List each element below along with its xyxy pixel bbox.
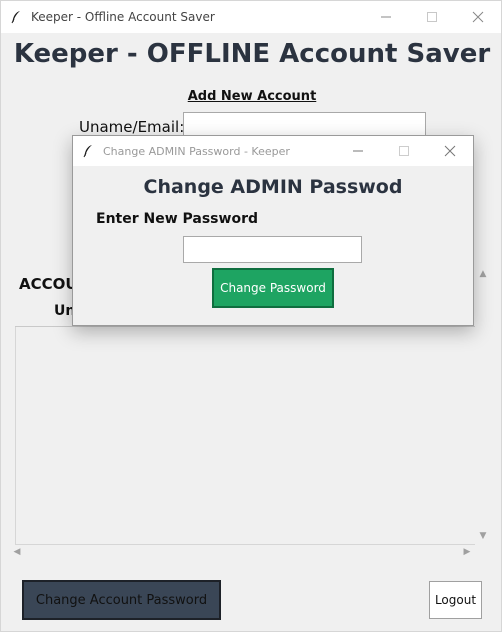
scroll-left-icon[interactable]: ◀ bbox=[9, 547, 25, 557]
feather-icon bbox=[73, 135, 103, 167]
scroll-down-icon[interactable]: ▼ bbox=[475, 531, 491, 541]
scroll-right-icon[interactable]: ▶ bbox=[459, 547, 475, 557]
app-heading: Keeper - OFFLINE Account Saver bbox=[13, 39, 491, 69]
horizontal-scrollbar[interactable]: ◀ ▶ bbox=[14, 547, 475, 561]
main-titlebar[interactable]: Keeper - Offline Account Saver bbox=[1, 1, 501, 33]
minimize-icon bbox=[381, 16, 391, 18]
dialog-title: Change ADMIN Password - Keeper bbox=[103, 144, 290, 158]
maximize-button[interactable] bbox=[409, 1, 455, 33]
logout-button[interactable]: Logout bbox=[429, 581, 482, 619]
dialog-maximize-button[interactable] bbox=[381, 136, 427, 166]
change-admin-password-dialog: Change ADMIN Password - Keeper Change AD… bbox=[72, 135, 474, 326]
close-icon bbox=[472, 11, 484, 23]
add-account-heading: Add New Account bbox=[187, 89, 317, 104]
new-password-label: Enter New Password bbox=[96, 211, 258, 227]
close-icon bbox=[444, 145, 456, 157]
dialog-close-button[interactable] bbox=[427, 136, 473, 166]
change-account-password-button[interactable]: Change Account Password bbox=[22, 580, 221, 620]
dialog-titlebar[interactable]: Change ADMIN Password - Keeper bbox=[73, 136, 473, 166]
scroll-up-icon[interactable]: ▲ bbox=[475, 269, 491, 279]
vertical-scrollbar[interactable]: ▲ ▼ bbox=[475, 267, 491, 545]
minimize-button[interactable] bbox=[363, 1, 409, 33]
new-password-input[interactable] bbox=[183, 236, 362, 263]
close-button[interactable] bbox=[455, 1, 501, 33]
window-title: Keeper - Offline Account Saver bbox=[31, 10, 215, 24]
minimize-icon bbox=[353, 150, 363, 152]
change-password-button[interactable]: Change Password bbox=[212, 268, 334, 308]
uname-label: Uname/Email: bbox=[79, 118, 185, 136]
accounts-title: ACCOU bbox=[19, 275, 78, 293]
maximize-icon bbox=[399, 146, 409, 156]
maximize-icon bbox=[427, 12, 437, 22]
accounts-table-body[interactable] bbox=[15, 327, 475, 545]
dialog-minimize-button[interactable] bbox=[335, 136, 381, 166]
dialog-heading: Change ADMIN Passwod bbox=[143, 176, 403, 198]
feather-icon bbox=[1, 1, 31, 33]
